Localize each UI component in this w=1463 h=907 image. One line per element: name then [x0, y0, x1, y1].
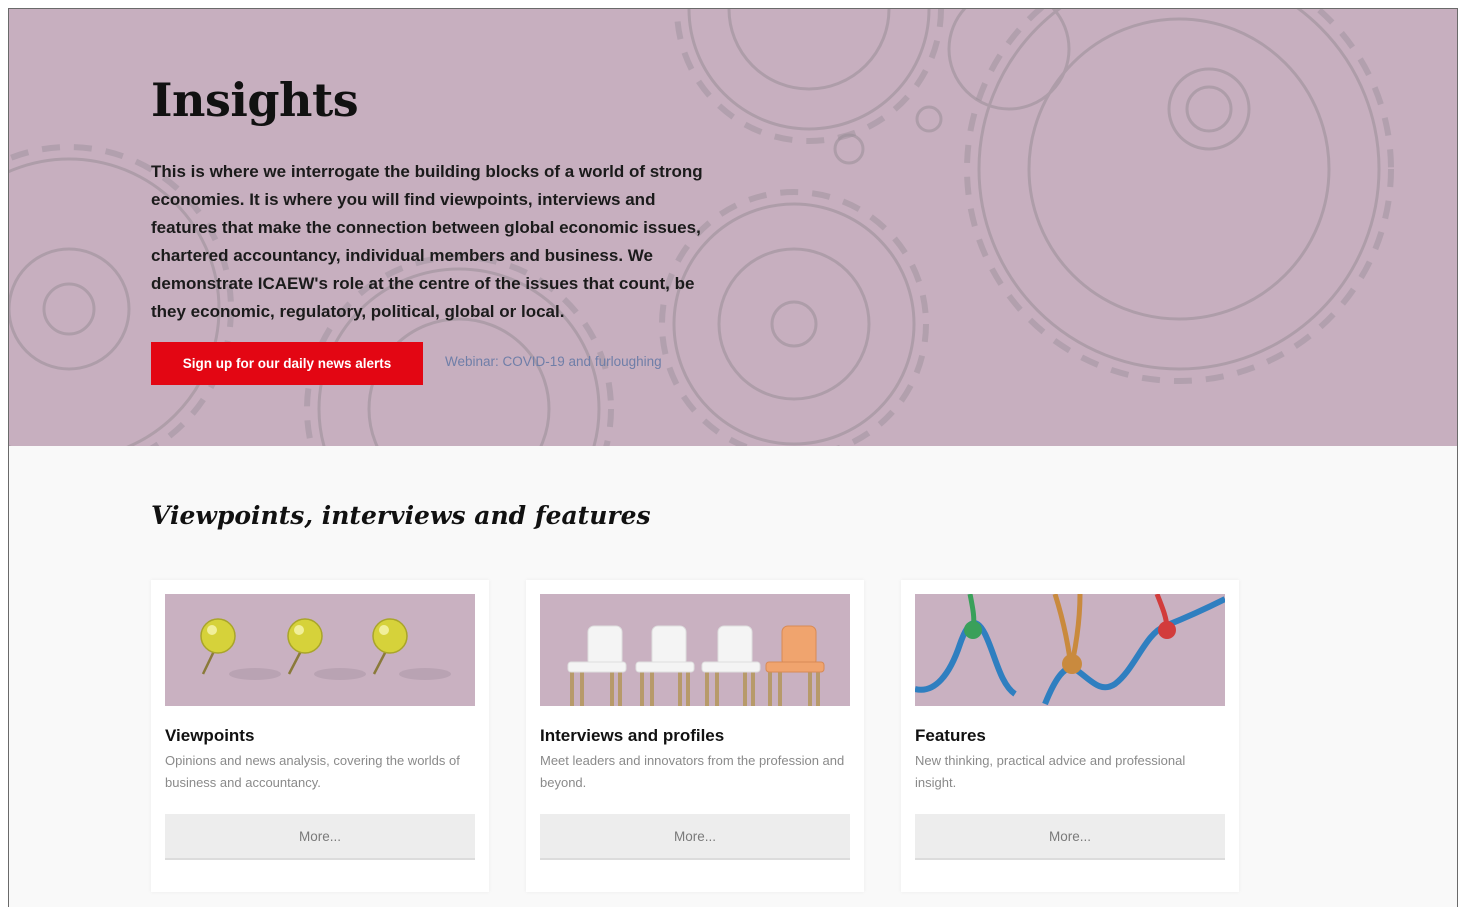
viewpoints-more-button[interactable]: More...	[165, 814, 475, 860]
card-title: Features	[915, 726, 986, 745]
page-title: Insights	[151, 73, 359, 127]
card-viewpoints: Viewpoints Opinions and news analysis, c…	[151, 580, 489, 892]
card-description: New thinking, practical advice and profe…	[915, 753, 1186, 790]
card-title: Viewpoints	[165, 726, 255, 745]
features-more-button[interactable]: More...	[915, 814, 1225, 860]
page-frame: Insights This is where we interrogate th…	[8, 8, 1458, 907]
webinar-link[interactable]: Webinar: COVID-19 and furloughing	[445, 354, 662, 369]
card-image-ropes	[915, 594, 1225, 706]
card-image-chairs	[540, 594, 850, 706]
card-features: Features New thinking, practical advice …	[901, 580, 1239, 892]
knotted-ropes-image	[915, 594, 1225, 706]
yellow-pushpins-image	[200, 618, 451, 680]
card-description: Opinions and news analysis, covering the…	[165, 753, 460, 790]
interviews-more-button[interactable]: More...	[540, 814, 850, 860]
card-description: Meet leaders and innovators from the pro…	[540, 753, 845, 790]
card-title: Interviews and profiles	[540, 726, 725, 745]
card-interviews-profiles: Interviews and profiles Meet leaders and…	[526, 580, 864, 892]
card-image-pushpins	[165, 594, 475, 706]
news-alerts-signup-button[interactable]: Sign up for our daily news alerts	[151, 342, 423, 385]
hero-banner: Insights This is where we interrogate th…	[9, 9, 1457, 446]
chairs-row-image	[567, 625, 825, 706]
section-title: Viewpoints, interviews and features	[151, 501, 651, 530]
hero-description: This is where we interrogate the buildin…	[151, 162, 703, 321]
